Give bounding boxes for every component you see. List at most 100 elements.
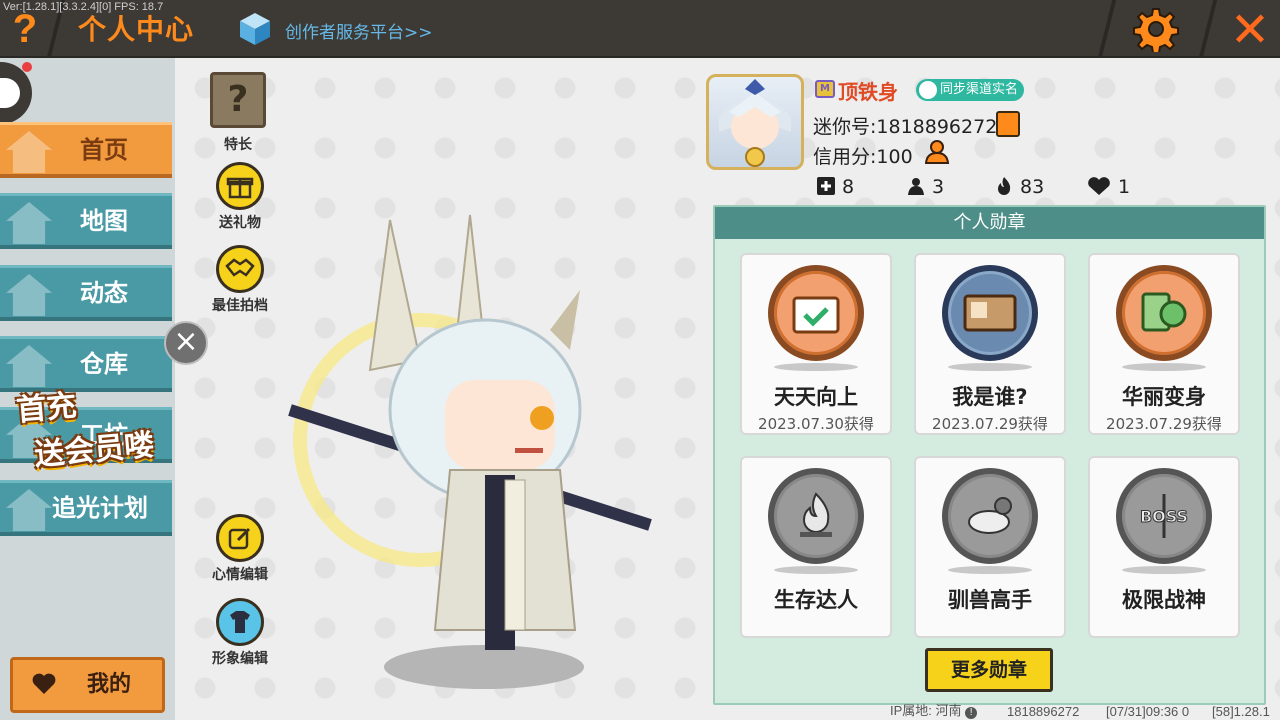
character-model[interactable]	[270, 210, 670, 650]
badge-card[interactable]: BOSS 极限战神	[1088, 456, 1240, 638]
warehouse-icon	[6, 345, 52, 387]
mood-edit-button[interactable]: 心情编辑	[205, 514, 275, 584]
verify-button[interactable]: 同步渠道实名	[916, 79, 1025, 101]
best-partner-label: 最佳拍档	[212, 298, 268, 314]
mine-button[interactable]: 我的	[10, 657, 165, 713]
more-badges-button[interactable]: 更多勋章	[925, 648, 1053, 692]
divider	[1097, 0, 1117, 58]
calendar-medal-icon	[768, 265, 864, 361]
close-icon[interactable]: ✕	[1220, 2, 1280, 58]
badge-card[interactable]: 天天向上 2023.07.30获得	[740, 253, 892, 435]
best-partner-button[interactable]: 最佳拍档	[205, 245, 275, 315]
handshake-icon	[216, 245, 264, 293]
medal-plinth	[774, 566, 858, 574]
talent-label: 特长	[224, 137, 252, 153]
send-gift-button[interactable]: 送礼物	[205, 162, 275, 232]
user-verify-icon	[919, 81, 937, 99]
top-bar: ? Ver:[1.28.1][3.3.2.4][0] FPS: 18.7 个人中…	[0, 0, 1280, 58]
page-title: 个人中心	[78, 13, 195, 46]
footer-user-id: 1818896272	[1007, 704, 1080, 719]
outfit-icon	[216, 598, 264, 646]
sidebar-item-label: 仓库	[80, 350, 128, 378]
sidebar-item-label: 动态	[80, 279, 128, 307]
sidebar-item-home[interactable]: 首页	[0, 122, 172, 178]
badge-card[interactable]: 我是谁? 2023.07.29获得	[914, 253, 1066, 435]
badge-name: 我是谁?	[952, 385, 1028, 409]
medal-plinth	[1122, 566, 1206, 574]
sidebar-item-chase-light[interactable]: 追光计划	[0, 480, 172, 536]
sidebar-item-label: 地图	[80, 207, 128, 235]
stat-value: 83	[1020, 176, 1045, 198]
puzzle-icon	[6, 489, 52, 531]
vip-badge: M	[815, 80, 835, 98]
copy-icon[interactable]	[996, 111, 1020, 137]
badge-card[interactable]: 华丽变身 2023.07.29获得	[1088, 253, 1240, 435]
mine-label: 我的	[87, 672, 132, 697]
house-icon	[6, 131, 52, 173]
footer-session: [07/31]09:36 0	[1106, 704, 1190, 719]
flame-icon	[998, 177, 1011, 195]
heart-icon	[1088, 177, 1110, 195]
verify-label: 同步渠道实名	[940, 82, 1019, 97]
mini-id: 迷你号:1818896272	[813, 116, 998, 138]
stat-likes: 1	[1086, 175, 1130, 199]
sidebar-item-label: 首页	[80, 136, 128, 164]
badge-name: 极限战神	[1122, 588, 1206, 612]
boss-medal-icon: BOSS	[1116, 468, 1212, 564]
divider	[1198, 0, 1218, 58]
avatar[interactable]	[706, 74, 804, 170]
badge-card[interactable]: 驯兽高手	[914, 456, 1066, 638]
medal-plinth	[774, 363, 858, 371]
badge-name: 天天向上	[774, 385, 858, 409]
avatar-image	[719, 79, 791, 167]
badge-card[interactable]: 生存达人	[740, 456, 892, 638]
map-icon	[6, 202, 52, 244]
edit-icon	[216, 514, 264, 562]
character-shadow	[384, 645, 584, 689]
avatar-edit-label: 形象编辑	[212, 651, 268, 667]
badge-date: 2023.07.29获得	[932, 415, 1048, 433]
stat-value: 1	[1118, 176, 1131, 198]
stat-posts: 8	[816, 175, 854, 199]
sidebar-item-feed[interactable]: 动态	[0, 265, 172, 321]
badge-date: 2023.07.30获得	[758, 415, 874, 433]
stat-fans: 3	[906, 175, 944, 199]
gift-label: 送礼物	[219, 215, 261, 231]
person-card-icon[interactable]	[925, 139, 951, 165]
notification-dot	[22, 62, 32, 72]
badge-date: 2023.07.29获得	[1106, 415, 1222, 433]
badge-name: 驯兽高手	[948, 588, 1032, 612]
question-box-icon: ?	[210, 72, 266, 128]
badges-panel-title: 个人勋章	[715, 207, 1264, 239]
medal-plinth	[1122, 363, 1206, 371]
user-name: 顶铁身	[838, 80, 898, 104]
credit-score: 信用分:100	[813, 146, 913, 168]
fans-icon	[908, 178, 924, 195]
id-card-medal-icon	[942, 265, 1038, 361]
talent-button[interactable]: ? 特长	[203, 72, 273, 154]
creator-platform-link[interactable]: 创作者服务平台>>	[285, 18, 433, 43]
stat-popularity: 83	[994, 175, 1044, 199]
medal-plinth	[948, 566, 1032, 574]
sidebar-item-label: 追光计划	[52, 494, 148, 522]
plus-square-icon	[817, 177, 835, 195]
avatar-edit-button[interactable]: 形象编辑	[205, 598, 275, 668]
heart-icon	[32, 673, 56, 694]
svg-text:BOSS: BOSS	[1140, 507, 1188, 526]
tamed-beast-medal-icon	[942, 468, 1038, 564]
gift-icon	[216, 162, 264, 210]
campfire-medal-icon	[768, 468, 864, 564]
gear-icon[interactable]	[1133, 6, 1179, 52]
ip-location-text: IP属地: 河南	[890, 703, 962, 718]
stat-value: 3	[932, 176, 945, 198]
footer-build: [58]1.28.1	[1212, 704, 1270, 719]
mood-edit-label: 心情编辑	[212, 567, 268, 583]
sidebar-item-map[interactable]: 地图	[0, 193, 172, 249]
bell-icon	[6, 274, 52, 316]
first-recharge-promo[interactable]: 首充 送会员喽	[14, 371, 191, 475]
transform-medal-icon	[1116, 265, 1212, 361]
close-promo-button[interactable]: ×	[164, 321, 208, 365]
cube-icon[interactable]	[238, 11, 272, 47]
medal-plinth	[948, 363, 1032, 371]
info-icon[interactable]: !	[965, 707, 978, 719]
